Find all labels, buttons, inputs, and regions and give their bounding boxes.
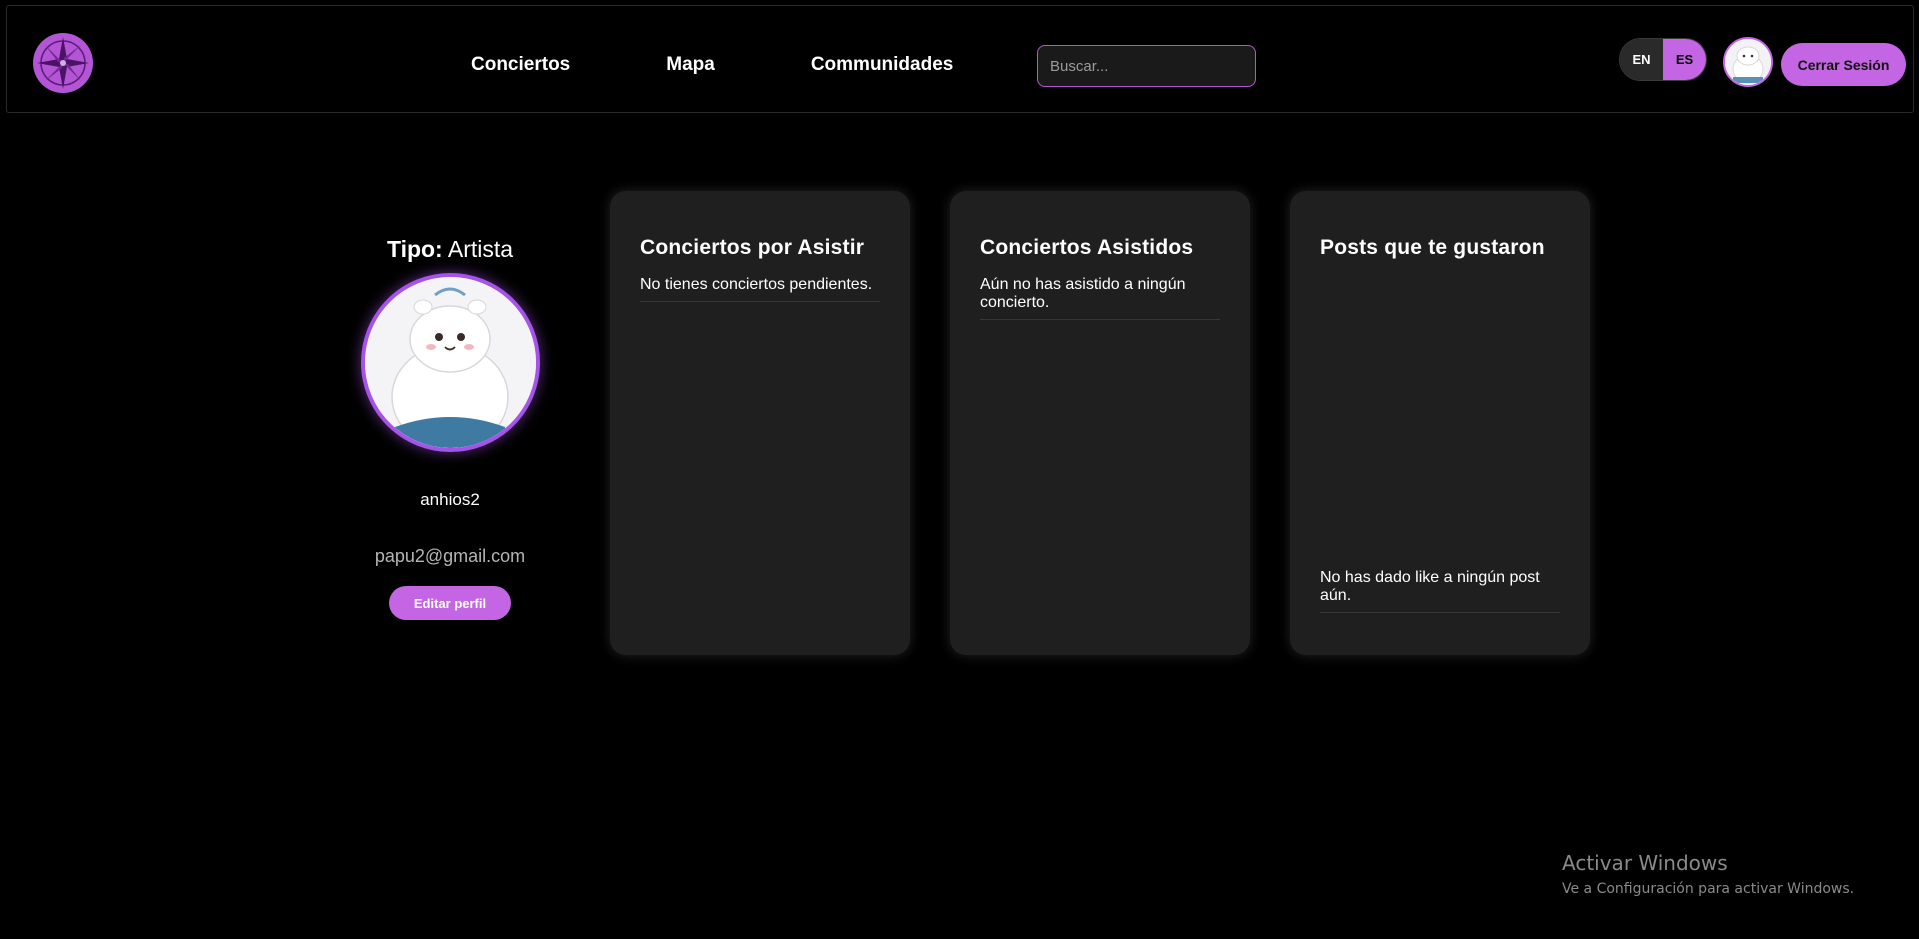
nav-link-communidades[interactable]: Communidades bbox=[811, 54, 954, 76]
profile-info: Tipo: Artista anhios2 papu2@gmail.com Ed… bbox=[330, 236, 570, 620]
navbar: Conciertos Mapa Communidades EN ES Cerra… bbox=[6, 5, 1914, 113]
empty-message: No has dado like a ningún post aún. bbox=[1320, 569, 1560, 613]
attended-concerts-card: Conciertos Asistidos Aún no has asistido… bbox=[950, 191, 1250, 655]
lang-es-button[interactable]: ES bbox=[1663, 39, 1706, 80]
windows-activation-watermark: Activar Windows Ve a Configuración para … bbox=[1562, 851, 1854, 897]
nav-link-mapa[interactable]: Mapa bbox=[666, 54, 715, 76]
upcoming-concerts-card: Conciertos por Asistir No tienes concier… bbox=[610, 191, 910, 655]
liked-posts-card: Posts que te gustaron No has dado like a… bbox=[1290, 191, 1590, 655]
user-email: papu2@gmail.com bbox=[374, 546, 526, 566]
user-type: Tipo: Artista bbox=[330, 236, 570, 263]
main-nav: Conciertos Mapa Communidades bbox=[471, 54, 953, 76]
card-title: Conciertos Asistidos bbox=[980, 236, 1194, 259]
nav-link-conciertos[interactable]: Conciertos bbox=[471, 54, 570, 76]
search-input[interactable] bbox=[1037, 45, 1256, 87]
profile-avatar bbox=[360, 273, 540, 452]
empty-message: Aún no has asistido a ningún concierto. bbox=[980, 276, 1220, 320]
user-avatar[interactable] bbox=[1723, 37, 1773, 87]
username: anhios2 bbox=[420, 490, 480, 509]
card-title: Posts que te gustaron bbox=[1320, 236, 1545, 259]
lang-en-button[interactable]: EN bbox=[1620, 39, 1663, 80]
watermark-subtitle: Ve a Configuración para activar Windows. bbox=[1562, 881, 1855, 897]
logout-button[interactable]: Cerrar Sesión bbox=[1781, 43, 1906, 86]
compass-rose-icon[interactable] bbox=[33, 33, 93, 93]
user-type-value: Artista bbox=[447, 236, 514, 262]
watermark-title: Activar Windows bbox=[1562, 851, 1728, 875]
card-title: Conciertos por Asistir bbox=[640, 236, 865, 259]
language-toggle: EN ES bbox=[1619, 38, 1707, 81]
edit-profile-button[interactable]: Editar perfil bbox=[389, 586, 511, 620]
user-type-label: Tipo: bbox=[386, 236, 443, 262]
empty-message: No tienes conciertos pendientes. bbox=[640, 276, 880, 302]
profile-page: Conciertos Mapa Communidades EN ES Cerra… bbox=[0, 0, 1919, 939]
